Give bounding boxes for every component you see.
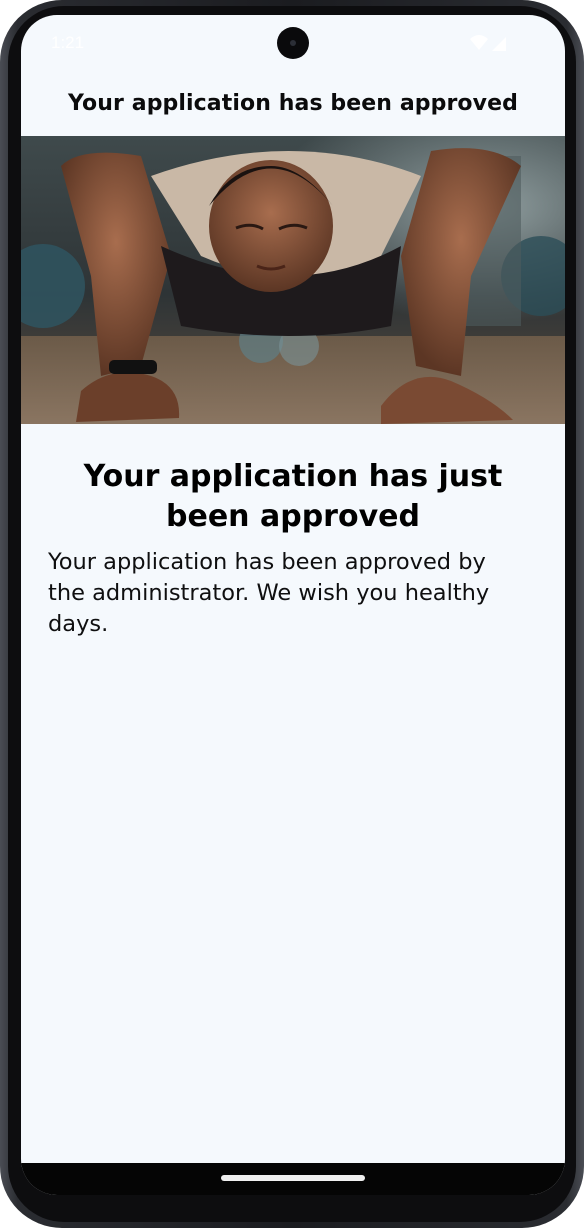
home-indicator[interactable] — [221, 1175, 365, 1181]
front-camera — [277, 27, 309, 59]
signal-icon — [492, 37, 506, 51]
wifi-icon — [470, 35, 488, 50]
hero-image — [21, 136, 565, 424]
system-navigation-bar — [21, 1163, 565, 1195]
status-icons — [470, 35, 506, 51]
woman-doing-pushups-photo — [21, 136, 565, 424]
app-screen: 1:21 Your application has been approved — [21, 15, 565, 1195]
approval-content: Your application has just been approved … — [21, 424, 565, 640]
device-frame: 1:21 Your application has been approved — [0, 0, 584, 1228]
approval-headline: Your application has just been approved — [83, 459, 503, 534]
status-time: 1:21 — [51, 33, 85, 52]
status-bar: 1:21 — [21, 15, 565, 71]
approval-message: Your application has been approved by th… — [48, 549, 490, 637]
app-bar: Your application has been approved — [21, 71, 565, 135]
page-title: Your application has been approved — [68, 90, 518, 116]
